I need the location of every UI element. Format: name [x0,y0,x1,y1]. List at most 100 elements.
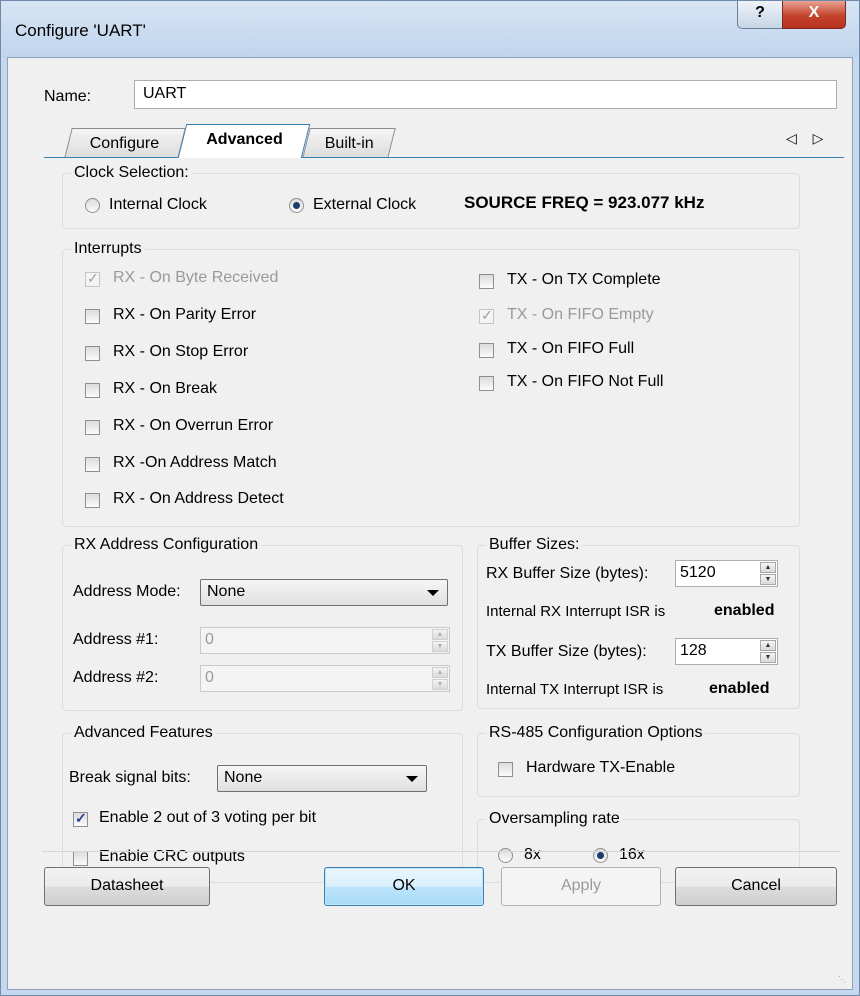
rx-stop-error-checkbox[interactable] [85,346,100,361]
tx-fifo-full-checkbox[interactable] [479,343,494,358]
cancel-button[interactable]: Cancel [675,867,837,906]
tx-fifo-empty-checkbox[interactable] [479,307,494,324]
oversampling-8x-label[interactable]: 8x [524,846,541,864]
rx-address-title: RX Address Configuration [71,536,262,554]
datasheet-button[interactable]: Datasheet [44,867,210,906]
break-signal-label: Break signal bits: [69,769,191,786]
voting-label[interactable]: Enable 2 out of 3 voting per bit [99,809,316,827]
break-signal-select[interactable]: None [217,765,427,792]
buffer-sizes-title: Buffer Sizes: [486,536,583,554]
address-mode-label: Address Mode: [73,583,181,600]
advanced-features-group: Advanced Features Break signal bits: Non… [62,724,463,883]
tab-label: Built-in [324,135,374,152]
crc-checkbox[interactable] [73,851,88,866]
interrupts-group: Interrupts RX - On Byte Received RX - On… [62,240,800,527]
tx-fifo-empty-label: TX - On FIFO Empty [507,306,654,323]
interrupts-title: Interrupts [71,240,145,258]
rx-break-checkbox[interactable] [85,383,100,398]
tx-isr-state: enabled [709,680,770,697]
rx-overrun-error-checkbox[interactable] [85,420,100,435]
tx-buffer-spinbox[interactable]: 128 ▲ ▼ [675,638,778,665]
rx-address-match-label[interactable]: RX -On Address Match [113,454,277,472]
clock-selection-group: Clock Selection: Internal Clock External… [62,164,800,229]
oversampling-16x-label[interactable]: 16x [619,846,645,864]
tx-complete-label[interactable]: TX - On TX Complete [507,271,661,289]
address-2-value: 0 [205,669,214,686]
spin-down-icon[interactable]: ▼ [760,574,776,585]
rx-parity-error-checkbox[interactable] [85,309,100,324]
button-separator [42,851,840,852]
chevron-down-icon [427,590,439,596]
clock-selection-title: Clock Selection: [71,164,192,182]
window-title: Configure 'UART' [15,21,146,40]
rx-isr-text: Internal RX Interrupt ISR is [486,603,666,620]
tx-isr-text: Internal TX Interrupt ISR is [486,681,664,698]
rx-address-detect-checkbox[interactable] [85,493,100,508]
rx-buffer-label: RX Buffer Size (bytes): [486,565,649,582]
internal-clock-radio[interactable] [85,198,100,213]
external-clock-radio[interactable] [289,198,304,213]
spin-up-icon[interactable]: ▲ [760,640,776,651]
spin-up-icon[interactable]: ▲ [432,629,448,640]
name-field[interactable]: UART [134,80,837,109]
address-2-spinbox[interactable]: 0 ▲ ▼ [200,665,450,692]
tx-fifo-not-full-label[interactable]: TX - On FIFO Not Full [507,373,663,391]
rx-buffer-value: 5120 [680,564,716,581]
spin-down-icon[interactable]: ▼ [432,679,448,690]
spin-up-icon[interactable]: ▲ [760,562,776,573]
rx-address-detect-label[interactable]: RX - On Address Detect [113,490,284,508]
advanced-tab-panel: Clock Selection: Internal Clock External… [44,157,844,887]
dialog-client: Name: UART Configure Built-in Advanced ◁… [7,57,853,990]
external-clock-label[interactable]: External Clock [313,196,416,214]
rx-buffer-spinbox[interactable]: 5120 ▲ ▼ [675,560,778,587]
rx-byte-received-checkbox[interactable] [85,270,100,287]
tab-scroll-arrows[interactable]: ◁ ▷ [786,130,829,147]
tab-configure[interactable]: Configure [64,128,186,158]
close-icon: X [808,4,820,21]
advanced-features-title: Advanced Features [71,724,216,742]
spin-down-icon[interactable]: ▼ [432,641,448,652]
close-button[interactable]: X [782,1,846,29]
help-button[interactable]: ? [737,1,783,29]
tab-built-in[interactable]: Built-in [302,128,396,158]
rs485-title: RS-485 Configuration Options [486,724,706,742]
oversampling-title: Oversampling rate [486,810,623,828]
internal-clock-label[interactable]: Internal Clock [109,196,207,214]
rx-parity-error-label[interactable]: RX - On Parity Error [113,306,256,324]
address-mode-select[interactable]: None [200,579,448,606]
rx-stop-error-label[interactable]: RX - On Stop Error [113,343,248,361]
spin-down-icon[interactable]: ▼ [760,652,776,663]
help-icon: ? [755,4,765,21]
dialog-window: Configure 'UART' ? X Name: UART Configur… [0,0,860,996]
address-1-label: Address #1: [73,631,159,648]
tab-label: Configure [90,135,160,152]
tx-fifo-full-label[interactable]: TX - On FIFO Full [507,340,634,358]
rx-address-match-checkbox[interactable] [85,457,100,472]
spin-up-icon[interactable]: ▲ [432,667,448,678]
resize-grip-icon[interactable]: ⋱ [838,975,848,985]
rx-byte-received-label: RX - On Byte Received [113,269,279,286]
rx-break-label[interactable]: RX - On Break [113,380,217,398]
hardware-tx-enable-label[interactable]: Hardware TX-Enable [526,759,675,777]
address-1-spinbox[interactable]: 0 ▲ ▼ [200,627,450,654]
rx-isr-state: enabled [714,602,775,619]
address-2-label: Address #2: [73,669,159,686]
source-freq-text: SOURCE FREQ = 923.077 kHz [464,193,705,212]
voting-checkbox[interactable] [73,810,88,827]
address-mode-value: None [207,583,246,600]
tx-fifo-not-full-checkbox[interactable] [479,376,494,391]
tab-label: Advanced [206,131,283,148]
tx-buffer-value: 128 [680,642,707,659]
title-bar[interactable]: Configure 'UART' ? X [1,1,859,57]
tab-advanced[interactable]: Advanced [177,124,311,158]
chevron-down-icon [406,776,418,782]
address-1-value: 0 [205,631,214,648]
tx-complete-checkbox[interactable] [479,274,494,289]
hardware-tx-enable-checkbox[interactable] [498,762,513,777]
rx-overrun-error-label[interactable]: RX - On Overrun Error [113,417,273,435]
ok-button[interactable]: OK [324,867,484,906]
rs485-group: RS-485 Configuration Options Hardware TX… [477,724,800,797]
apply-button[interactable]: Apply [501,867,661,906]
buffer-sizes-group: Buffer Sizes: RX Buffer Size (bytes): 51… [477,536,800,709]
name-label: Name: [44,88,92,105]
